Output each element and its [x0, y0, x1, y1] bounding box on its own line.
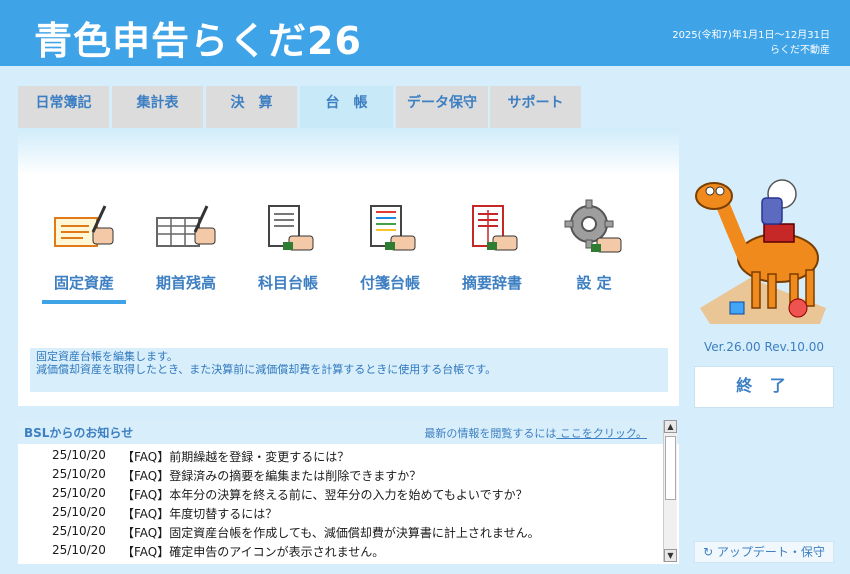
news-item[interactable]: 25/10/20 【FAQ】確定申告のアイコンが表示されません。	[18, 541, 658, 560]
sticky-ledger-button[interactable]: 付箋台帳	[344, 198, 436, 308]
tab-ledger[interactable]: 台 帳	[300, 86, 393, 128]
news-text: 【FAQ】本年分の決算を終える前に、翌年分の入力を始めてもよいですか？	[122, 488, 528, 502]
news-item[interactable]: 25/10/20 【FAQ】固定資産台帳を作成しても、減価償却費が決算書に計上され…	[18, 522, 658, 541]
news-link[interactable]: ここをクリック。	[556, 427, 647, 440]
opening-balance-button[interactable]: 期首残高	[140, 198, 232, 308]
news-text: 【FAQ】固定資産台帳を作成しても、減価償却費が決算書に計上されません。	[122, 526, 540, 540]
app-logo: 青色申告らくだ26	[34, 19, 362, 63]
tab-support[interactable]: サポート	[490, 86, 581, 128]
news-item[interactable]: 25/10/20 【FAQ】年度切替するには？	[18, 503, 658, 522]
tab-data-maintenance[interactable]: データ保守	[396, 86, 488, 128]
fixed-asset-label: 固定資産	[53, 274, 114, 292]
description-line-2: 減価償却資産を取得したとき、また決算前に減価償却費を計算するときに使用する台帳で…	[36, 363, 497, 376]
scroll-down-icon[interactable]: ▼	[664, 549, 677, 562]
news-header: BSLからのお知らせ 最新の情報を閲覧するには ここをクリック。	[18, 420, 679, 444]
scroll-thumb[interactable]	[665, 436, 676, 500]
ledger-panel: 固定資産 期首残高 科目台帳 付箋台帳 摘要辞書 設 定 固定資産台帳を編集しま…	[18, 128, 679, 406]
tab-daily-bookkeeping[interactable]: 日常簿記	[18, 86, 109, 128]
account-ledger-button[interactable]: 科目台帳	[242, 198, 334, 308]
news-hint: 最新の情報を閲覧するには ここをクリック。	[424, 425, 647, 441]
news-text: 【FAQ】確定申告のアイコンが表示されません。	[122, 545, 385, 559]
opening-balance-label: 期首残高	[155, 274, 216, 292]
news-text: 【FAQ】前期繰越を登録・変更するには？	[122, 450, 350, 464]
account-ledger-label: 科目台帳	[257, 274, 318, 292]
news-date: 25/10/20	[52, 467, 106, 481]
opening-balance-icon	[156, 205, 216, 247]
fixed-asset-icon	[54, 205, 114, 247]
news-title: BSLからのお知らせ	[24, 426, 134, 440]
active-underline	[42, 300, 126, 304]
news-item[interactable]: 25/10/20 【FAQ】登録済みの摘要を編集または削除できますか？	[18, 465, 658, 484]
summary-dictionary-button[interactable]: 摘要辞書	[446, 198, 538, 308]
exit-button[interactable]: 終 了	[694, 366, 834, 408]
app-header: 青色申告らくだ26 2025(令和7)年1月1日～12月31日 らくだ不動産	[0, 0, 850, 66]
news-text: 【FAQ】登録済みの摘要を編集または削除できますか？	[122, 469, 422, 483]
summary-dictionary-icon	[472, 205, 518, 251]
news-item[interactable]: 25/10/20 【FAQ】本年分の決算を終える前に、翌年分の入力を始めてもよいで…	[18, 484, 658, 503]
news-date: 25/10/20	[52, 486, 106, 500]
summary-dictionary-label: 摘要辞書	[461, 274, 522, 292]
news-scrollbar[interactable]: ▲ ▼	[663, 420, 677, 562]
news-date: 25/10/20	[52, 448, 106, 462]
tab-summary[interactable]: 集計表	[112, 86, 203, 128]
settings-label: 設 定	[576, 274, 612, 292]
news-text: 【FAQ】年度切替するには？	[122, 507, 278, 521]
description-line-1: 固定資産台帳を編集します。	[36, 350, 178, 363]
news-date: 25/10/20	[52, 505, 106, 519]
version-text: Ver.26.00 Rev.10.00	[704, 340, 824, 354]
scroll-up-icon[interactable]: ▲	[664, 420, 677, 433]
gear-icon	[564, 199, 622, 253]
update-maintenance-button[interactable]: ↻ アップデート・保守	[694, 541, 834, 563]
settings-button[interactable]: 設 定	[548, 198, 640, 308]
news-date: 25/10/20	[52, 524, 106, 538]
function-description: 固定資産台帳を編集します。 減価償却資産を取得したとき、また決算前に減価償却費を…	[30, 348, 668, 392]
news-list: 25/10/20 【FAQ】前期繰越を登録・変更するには？ 25/10/20 【FA…	[18, 446, 658, 560]
sticky-ledger-label: 付箋台帳	[359, 274, 420, 292]
fiscal-period: 2025(令和7)年1月1日～12月31日 らくだ不動産	[672, 28, 830, 58]
news-hint-text: 最新の情報を閲覧するには	[424, 427, 557, 440]
fixed-asset-button[interactable]: 固定資産	[38, 198, 130, 308]
tab-settlement[interactable]: 決 算	[206, 86, 297, 128]
camel-mascot-icon	[695, 179, 826, 324]
period-range: 2025(令和7)年1月1日～12月31日	[672, 30, 830, 41]
account-ledger-icon	[268, 205, 314, 251]
news-date: 25/10/20	[52, 543, 106, 557]
business-name: らくだ不動産	[770, 45, 830, 56]
news-panel: BSLからのお知らせ 最新の情報を閲覧するには ここをクリック。 25/10/2…	[18, 420, 679, 564]
news-item[interactable]: 25/10/20 【FAQ】前期繰越を登録・変更するには？	[18, 446, 658, 465]
sticky-ledger-icon	[370, 205, 416, 251]
